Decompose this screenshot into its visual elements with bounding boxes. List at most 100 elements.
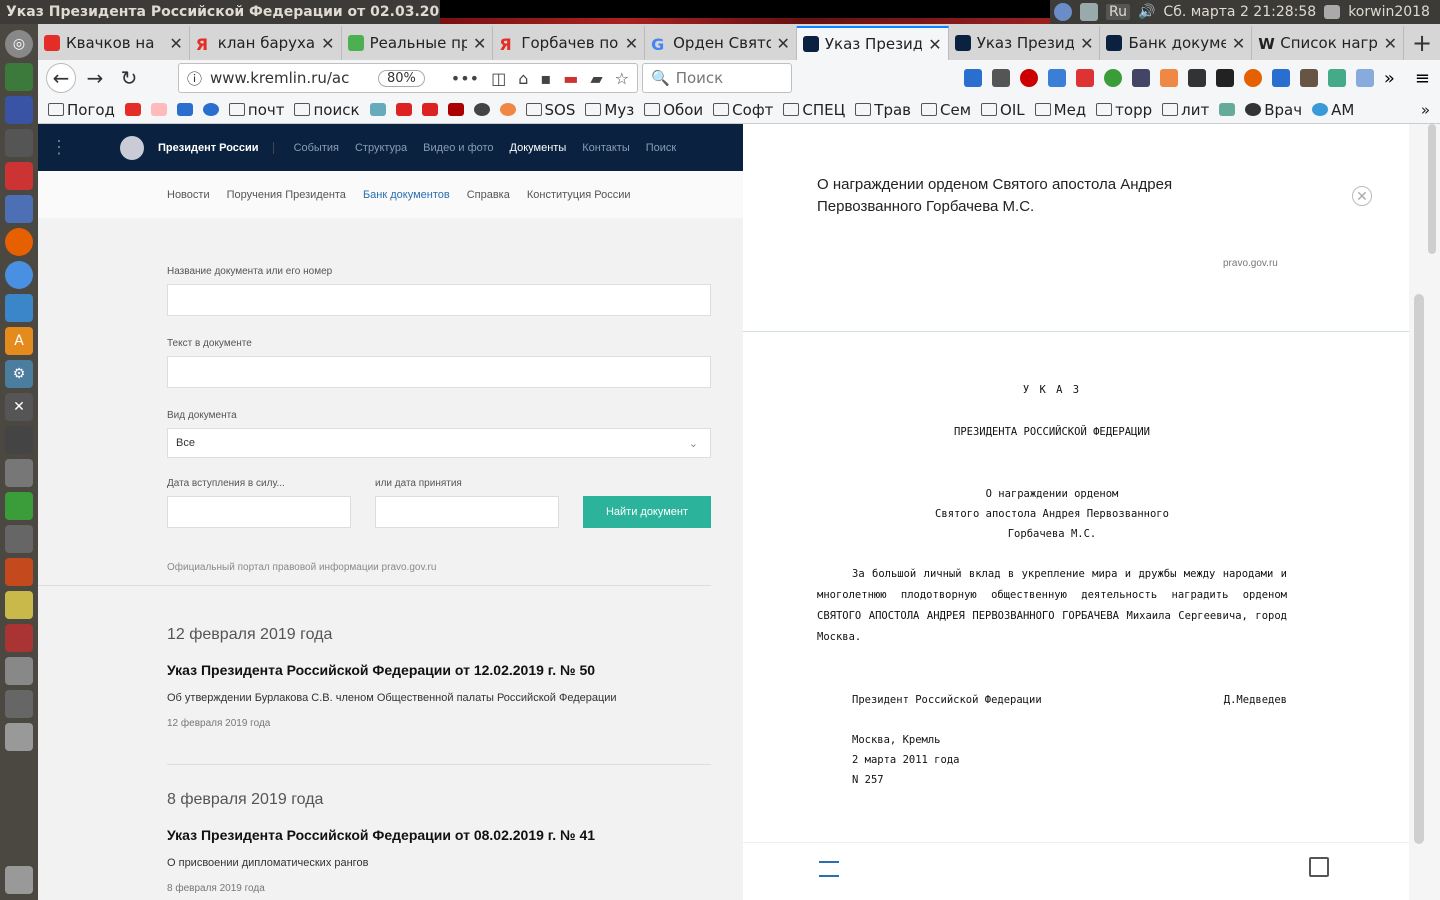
library-icon[interactable] bbox=[991, 69, 1010, 87]
close-tab-icon[interactable]: ✕ bbox=[1080, 34, 1093, 53]
subnav-reference[interactable]: Справка bbox=[467, 189, 510, 201]
bookmark-item[interactable] bbox=[447, 103, 464, 116]
search-input[interactable]: 🔍 Поиск bbox=[642, 63, 792, 93]
news-summary[interactable]: О присвоении дипломатических рангов bbox=[167, 857, 595, 869]
bookmark-folder[interactable]: СПЕЦ bbox=[783, 101, 845, 119]
doc-type-select[interactable]: Все ⌄ bbox=[167, 428, 711, 458]
extension-icon[interactable] bbox=[1131, 69, 1150, 87]
browser-tab[interactable]: W Список награ ✕ bbox=[1252, 26, 1405, 60]
menu-structure[interactable]: Структура bbox=[355, 142, 407, 154]
flag-icon[interactable]: ▬ bbox=[563, 69, 578, 88]
monitor-app-icon[interactable] bbox=[5, 63, 33, 91]
browser-tab[interactable]: G Орден Свято ✕ bbox=[645, 26, 797, 60]
emblem-icon[interactable] bbox=[120, 135, 144, 160]
share-icon[interactable] bbox=[1309, 857, 1329, 877]
browser-tab-active[interactable]: Указ Президе ✕ bbox=[796, 26, 949, 60]
home-icon[interactable]: ⌂ bbox=[518, 69, 528, 88]
news-title[interactable]: Указ Президента Российской Федерации от … bbox=[167, 827, 595, 843]
page-actions-icon[interactable]: ••• bbox=[451, 69, 479, 88]
firefox-icon[interactable] bbox=[1243, 69, 1262, 87]
bookmark-item[interactable] bbox=[124, 103, 141, 116]
back-button[interactable]: ← bbox=[46, 63, 76, 93]
close-tab-icon[interactable]: ✕ bbox=[1232, 34, 1245, 53]
keyboard-layout[interactable]: Ru bbox=[1106, 4, 1130, 20]
info-icon[interactable]: ⓘ bbox=[187, 68, 202, 89]
news-title[interactable]: Указ Президента Российской Федерации от … bbox=[167, 662, 617, 678]
settings-app-icon[interactable]: ⚙ bbox=[5, 360, 33, 388]
bookmark-folder[interactable]: Погод bbox=[48, 101, 115, 119]
close-icon[interactable]: ✕ bbox=[1352, 186, 1372, 206]
bookmark-star-icon[interactable]: ☆ bbox=[615, 69, 629, 88]
user-name[interactable]: korwin2018 bbox=[1348, 4, 1430, 20]
browser-tab[interactable]: Квачков на ✕ bbox=[38, 26, 190, 60]
shield-app-icon[interactable] bbox=[5, 195, 33, 223]
bird-app-icon[interactable] bbox=[5, 129, 33, 157]
browser-tab[interactable]: Банк докуме ✕ bbox=[1100, 26, 1253, 60]
menu-dots-icon[interactable]: ⋮ bbox=[50, 137, 90, 158]
drive-app-icon[interactable] bbox=[5, 690, 33, 718]
text-list-icon[interactable] bbox=[819, 861, 839, 877]
news-summary[interactable]: Об утверждении Бурлакова С.В. членом Общ… bbox=[167, 692, 617, 704]
panel-source[interactable]: pravo.gov.ru bbox=[1223, 258, 1278, 269]
package-app-icon[interactable] bbox=[5, 459, 33, 487]
eraser-app-icon[interactable] bbox=[5, 591, 33, 619]
green-app-icon[interactable] bbox=[5, 492, 33, 520]
fire-app-icon[interactable] bbox=[5, 558, 33, 586]
menu-documents[interactable]: Документы bbox=[510, 142, 567, 154]
bookmark-folder[interactable]: торр bbox=[1096, 101, 1152, 119]
close-tab-icon[interactable]: ✕ bbox=[777, 34, 790, 53]
close-tab-icon[interactable]: ✕ bbox=[321, 34, 334, 53]
subnav-news[interactable]: Новости bbox=[167, 189, 210, 201]
extension-icon[interactable] bbox=[1271, 69, 1290, 87]
subnav-orders[interactable]: Поручения Президента bbox=[227, 189, 346, 201]
bookmark-item[interactable]: AM bbox=[1312, 101, 1354, 119]
yandex-icon[interactable] bbox=[1159, 69, 1178, 87]
menu-media[interactable]: Видео и фото bbox=[423, 142, 493, 154]
menu-icon[interactable]: ≡ bbox=[1415, 68, 1430, 89]
bookmark-folder[interactable]: поиск bbox=[294, 101, 360, 119]
subnav-doc-bank[interactable]: Банк документов bbox=[363, 189, 450, 201]
bookmark-folder[interactable]: почт bbox=[228, 101, 284, 119]
close-tab-icon[interactable]: ✕ bbox=[169, 34, 182, 53]
software-center-icon[interactable]: A bbox=[5, 327, 33, 355]
document-app-icon[interactable] bbox=[5, 294, 33, 322]
robot-app-icon[interactable] bbox=[5, 525, 33, 553]
adblock-icon[interactable] bbox=[1019, 69, 1038, 87]
date-effect-input[interactable] bbox=[167, 496, 351, 528]
extension-icon[interactable] bbox=[1103, 69, 1122, 87]
zoom-indicator[interactable]: 80% bbox=[378, 69, 425, 87]
site-brand[interactable]: Президент России bbox=[158, 141, 274, 154]
dash-icon[interactable]: ◎ bbox=[5, 30, 33, 58]
overflow-chevron-icon[interactable]: » bbox=[1384, 68, 1395, 89]
menu-search[interactable]: Поиск bbox=[646, 142, 676, 154]
bookmark-item[interactable] bbox=[1219, 103, 1236, 116]
url-text[interactable]: www.kremlin.ru/ac bbox=[210, 69, 370, 87]
firefox-icon[interactable] bbox=[5, 228, 33, 256]
pocket-icon[interactable]: ◫ bbox=[491, 69, 506, 88]
media-app-icon[interactable] bbox=[5, 426, 33, 454]
menu-events[interactable]: События bbox=[294, 142, 339, 154]
portal-note[interactable]: Официальный портал правовой информации p… bbox=[167, 562, 743, 573]
bookmark-item[interactable] bbox=[369, 103, 386, 116]
bookmark-folder[interactable]: Обои bbox=[644, 101, 703, 119]
scrollbar[interactable] bbox=[1409, 124, 1440, 900]
clock[interactable]: Сб. марта 2 21:28:58 bbox=[1163, 4, 1316, 20]
extension-icon[interactable] bbox=[1075, 69, 1094, 87]
bookmark-item[interactable]: Врач bbox=[1245, 101, 1302, 119]
browser-tab[interactable]: Реальные пр ✕ bbox=[342, 26, 494, 60]
book-icon[interactable]: ▰ bbox=[590, 69, 602, 88]
volume-icon[interactable]: 🔊 bbox=[1138, 4, 1155, 20]
download-icon[interactable] bbox=[963, 69, 982, 87]
subnav-constitution[interactable]: Конституция России bbox=[527, 189, 631, 201]
bookmark-folder[interactable]: SOS bbox=[525, 101, 575, 119]
new-tab-button[interactable]: + bbox=[1404, 26, 1440, 60]
trash-icon[interactable] bbox=[5, 866, 33, 894]
reload-button[interactable]: ↻ bbox=[114, 63, 144, 93]
disk-app-icon[interactable] bbox=[5, 624, 33, 652]
chrome-icon[interactable] bbox=[5, 261, 33, 289]
extension-icon[interactable] bbox=[1187, 69, 1206, 87]
scrollbar-thumb[interactable] bbox=[1428, 124, 1436, 254]
save-icon[interactable] bbox=[1215, 69, 1234, 87]
bookmark-item[interactable] bbox=[421, 103, 438, 116]
tools-app-icon[interactable]: ✕ bbox=[5, 393, 33, 421]
